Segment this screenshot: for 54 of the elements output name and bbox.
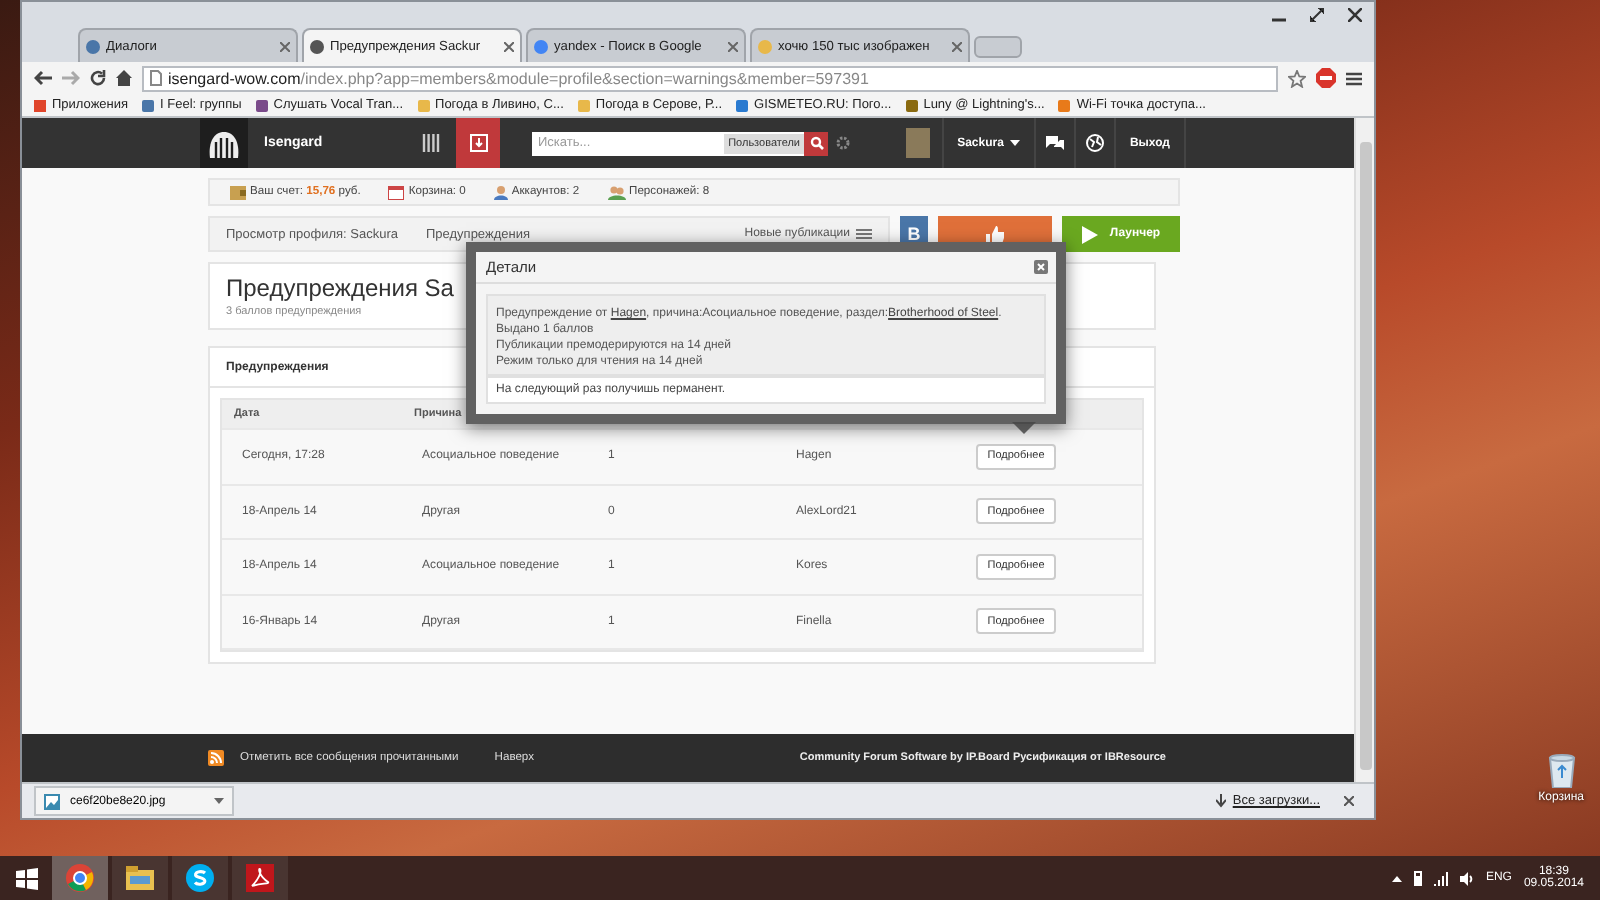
- restore-icon[interactable]: [1310, 8, 1324, 22]
- menu-icon[interactable]: [1346, 71, 1362, 85]
- taskbar-app[interactable]: [232, 856, 288, 900]
- back-arrow-icon[interactable]: [34, 70, 52, 86]
- caret-up-icon[interactable]: [1391, 875, 1402, 881]
- folder-icon: [126, 866, 154, 890]
- download-icon: [469, 134, 487, 152]
- speaker-icon[interactable]: [1459, 871, 1474, 885]
- pdf-app-icon: [246, 864, 274, 892]
- address-bar[interactable]: isengard-wow.com/index.php?app=members&module=profile&section=warnings&member=597391: [142, 65, 1278, 91]
- search-icon: [809, 136, 823, 150]
- caret-icon[interactable]: [214, 798, 224, 804]
- download-arrow-icon: [1216, 794, 1227, 808]
- favicon-icon: [758, 39, 772, 53]
- star-icon[interactable]: [1288, 69, 1306, 87]
- person-icon: [493, 185, 508, 199]
- signal-icon[interactable]: [1433, 871, 1448, 885]
- favicon-icon: [86, 39, 100, 53]
- battery-icon[interactable]: [1413, 870, 1422, 886]
- wallet-icon: [230, 185, 246, 199]
- recycle-bin-icon: [1547, 752, 1576, 788]
- search-button[interactable]: [804, 131, 828, 155]
- people-icon: [607, 185, 626, 199]
- globe-icon: [1085, 134, 1104, 152]
- chat-app-icon: [186, 864, 214, 892]
- taskbar-app[interactable]: [52, 856, 108, 900]
- columns-icon: [421, 134, 439, 152]
- browser-logo-icon: [66, 864, 94, 892]
- site-logo[interactable]: [200, 118, 248, 168]
- favicon-icon: [310, 39, 324, 53]
- avatar-placeholder[interactable]: [905, 128, 930, 158]
- close-icon[interactable]: [1348, 8, 1362, 22]
- rss-icon[interactable]: [208, 750, 224, 766]
- page-icon: [150, 70, 162, 86]
- ad-block-icon[interactable]: [1316, 68, 1336, 88]
- caret-icon: [1009, 140, 1020, 146]
- favicon-icon: [534, 39, 548, 53]
- reload-icon[interactable]: [90, 70, 106, 86]
- page-title: Предупреждения Sa: [226, 274, 454, 302]
- play-icon: [1081, 225, 1098, 243]
- hand-logo-icon: [208, 129, 240, 157]
- calendar-icon: [388, 185, 405, 199]
- image-file-icon: [44, 793, 60, 809]
- taskbar-app[interactable]: [172, 856, 228, 900]
- close-icon[interactable]: [1344, 796, 1354, 806]
- taskbar-app[interactable]: [112, 856, 168, 900]
- settings-icon[interactable]: [836, 136, 850, 150]
- chat-bubbles-icon: [1045, 136, 1064, 150]
- home-icon[interactable]: [116, 70, 132, 86]
- list-icon: [856, 228, 872, 240]
- windows-logo-icon: [15, 867, 37, 889]
- scrollbar[interactable]: [1354, 118, 1374, 782]
- close-icon[interactable]: [504, 41, 514, 51]
- download-button[interactable]: [456, 118, 500, 168]
